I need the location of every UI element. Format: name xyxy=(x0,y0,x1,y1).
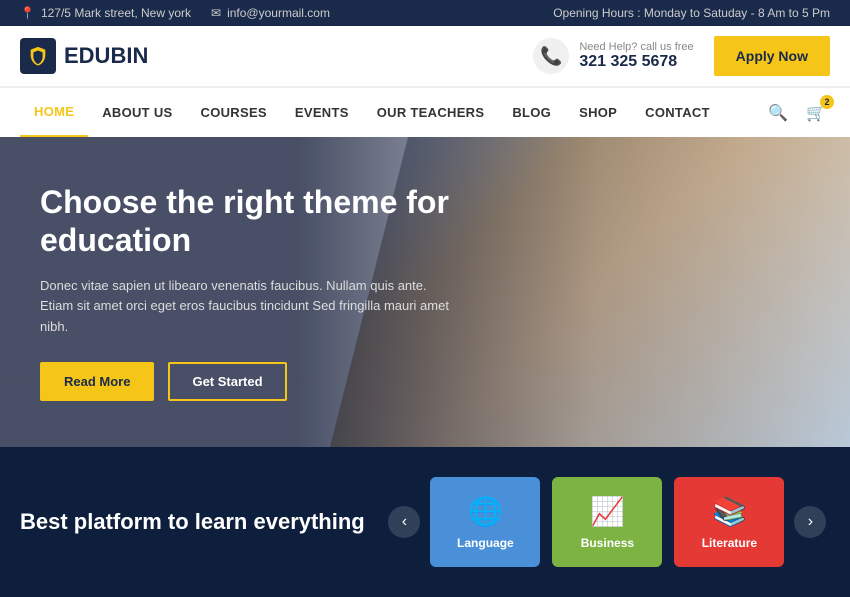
nav-item-events[interactable]: EVENTS xyxy=(281,89,363,136)
hero-description: Donec vitae sapien ut libearo venenatis … xyxy=(40,276,460,338)
language-icon: 🌐 xyxy=(468,495,503,528)
email-icon: ✉ xyxy=(211,6,221,20)
nav-item-our-teachers[interactable]: OUR TEACHERS xyxy=(363,89,499,136)
phone-block: 📞 Need Help? call us free 321 325 5678 xyxy=(533,38,693,74)
hero-content: Choose the right theme for education Don… xyxy=(0,153,500,431)
phone-icon: 📞 xyxy=(540,46,562,67)
phone-icon-wrap: 📞 xyxy=(533,38,569,74)
carousel-next-button[interactable]: › xyxy=(794,506,826,538)
carousel-prev-button[interactable]: ‹ xyxy=(388,506,420,538)
header-right: 📞 Need Help? call us free 321 325 5678 A… xyxy=(533,36,830,76)
literature-icon: 📚 xyxy=(712,495,747,528)
bottom-title: Best platform to learn everything xyxy=(20,508,385,537)
logo-icon xyxy=(20,38,56,74)
hero-section: Choose the right theme for education Don… xyxy=(0,137,850,447)
location-icon: 📍 xyxy=(20,6,35,20)
business-icon: 📈 xyxy=(590,495,625,528)
header: EDUBIN 📞 Need Help? call us free 321 325… xyxy=(0,26,850,87)
nav-item-contact[interactable]: CONTACT xyxy=(631,89,724,136)
opening-hours: Opening Hours : Monday to Satuday - 8 Am… xyxy=(553,6,830,20)
nav-links: HOME ABOUT US COURSES EVENTS OUR TEACHER… xyxy=(20,88,724,137)
nav-item-courses[interactable]: COURSES xyxy=(187,89,281,136)
hero-buttons: Read More Get Started xyxy=(40,362,460,401)
cart-badge: 2 xyxy=(820,95,834,109)
literature-label: Literature xyxy=(702,536,757,550)
nav-item-about[interactable]: ABOUT US xyxy=(88,89,186,136)
email-text: info@yourmail.com xyxy=(227,6,330,20)
top-bar: 📍 127/5 Mark street, New york ✉ info@you… xyxy=(0,0,850,26)
apply-now-button[interactable]: Apply Now xyxy=(714,36,830,76)
address-item: 📍 127/5 Mark street, New york xyxy=(20,6,191,20)
address-text: 127/5 Mark street, New york xyxy=(41,6,191,20)
nav-item-blog[interactable]: BLOG xyxy=(498,89,565,136)
nav-icons: 🔍 🛒 2 xyxy=(764,99,830,127)
cart-button[interactable]: 🛒 2 xyxy=(802,99,830,127)
carousel-cards: 🌐 Language 📈 Business 📚 Literature xyxy=(430,477,784,567)
carousel-card-business[interactable]: 📈 Business xyxy=(552,477,662,567)
email-item: ✉ info@yourmail.com xyxy=(211,6,330,20)
business-label: Business xyxy=(581,536,634,550)
bottom-section: Best platform to learn everything ‹ 🌐 La… xyxy=(0,447,850,597)
logo: EDUBIN xyxy=(20,38,148,74)
nav-item-home[interactable]: HOME xyxy=(20,88,88,137)
phone-number: 321 325 5678 xyxy=(579,53,693,71)
phone-info: Need Help? call us free 321 325 5678 xyxy=(579,41,693,71)
search-icon: 🔍 xyxy=(768,105,788,122)
carousel-card-language[interactable]: 🌐 Language xyxy=(430,477,540,567)
nav-item-shop[interactable]: SHOP xyxy=(565,89,631,136)
carousel-card-literature[interactable]: 📚 Literature xyxy=(674,477,784,567)
help-text: Need Help? call us free xyxy=(579,41,693,53)
navigation: HOME ABOUT US COURSES EVENTS OUR TEACHER… xyxy=(0,87,850,137)
shield-icon xyxy=(27,45,49,67)
get-started-button[interactable]: Get Started xyxy=(168,362,286,401)
top-bar-left: 📍 127/5 Mark street, New york ✉ info@you… xyxy=(20,6,330,20)
search-button[interactable]: 🔍 xyxy=(764,99,792,127)
logo-text: EDUBIN xyxy=(64,43,148,69)
carousel-area: ‹ 🌐 Language 📈 Business 📚 Literature › xyxy=(385,477,830,567)
language-label: Language xyxy=(457,536,514,550)
read-more-button[interactable]: Read More xyxy=(40,362,154,401)
hero-title: Choose the right theme for education xyxy=(40,183,460,260)
